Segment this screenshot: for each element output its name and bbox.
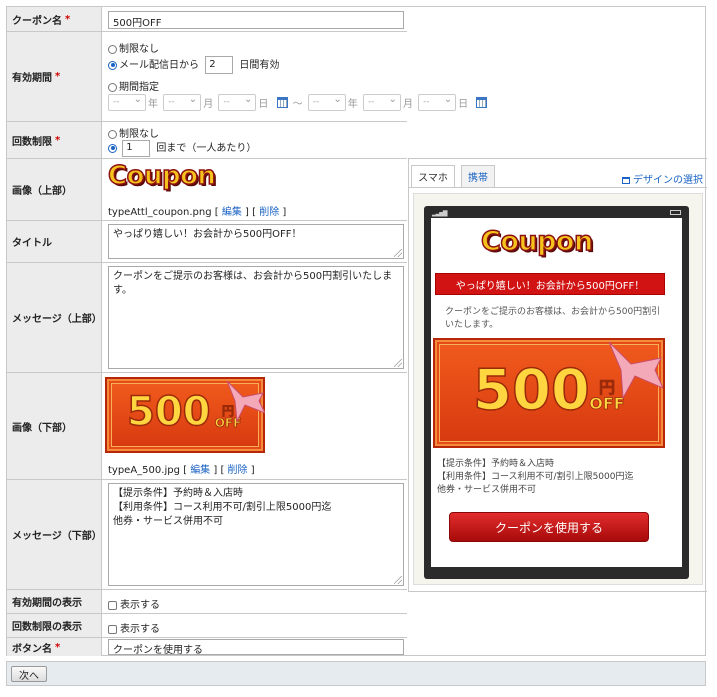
radio-selected-icon[interactable] — [108, 143, 117, 153]
checkbox-icon[interactable] — [108, 624, 117, 634]
preview-500-off-image: 500 円 OFF — [433, 338, 665, 448]
phone-preview-area: ▂▃▅▇ Coupon やっぱり嬉しい！お会計から500円OFF！ クーポンをご… — [413, 193, 703, 585]
checkbox-icon[interactable] — [108, 600, 117, 610]
row-show-validity: 有効期間の表示 表示する — [7, 590, 407, 614]
validity-unlimited-option[interactable]: 制限なし — [108, 40, 159, 55]
message-bottom-label: メッセージ（下部） — [7, 480, 102, 589]
row-button-name: ボタン名 * クーポンを使用する — [7, 638, 407, 656]
validity-days-option[interactable]: メール配信日から 2 日間有効 — [108, 56, 279, 74]
image-top-edit-link[interactable]: 編集 — [222, 207, 242, 218]
validity-days-input[interactable]: 2 — [205, 56, 234, 74]
form-table: クーポン名 * 500円OFF 有効期間 * 制限なし メール配信日から 2 日間有… — [6, 6, 707, 656]
title-label: タイトル — [7, 221, 102, 262]
title-textarea[interactable]: やっぱり嬉しい！お会計から500円OFF！ — [108, 224, 404, 259]
preview-conditions: 【提示条件】予約時＆入店時 【利用条件】コース利用不可/割引上限5000円迄 他… — [437, 459, 634, 495]
end-month-select[interactable]: -- — [362, 92, 401, 111]
image-bottom-file: typeA_500.jpg [ 編集 ] [ 削除 ] — [108, 465, 255, 476]
resize-grip-icon[interactable] — [394, 576, 402, 584]
preview-title-bar: やっぱり嬉しい！お会計から500円OFF！ — [435, 273, 665, 295]
calendar-icon[interactable] — [476, 97, 488, 108]
end-year-select[interactable]: -- — [307, 92, 346, 111]
image-top-label: 画像（上部） — [7, 159, 102, 220]
period-date-selects: --年 --月 --日 ～ --年 --月 --日 — [108, 92, 490, 111]
row-usage-limit: 回数制限 * 制限なし 1 回まで（一人あたり） — [7, 122, 407, 159]
usage-count-input[interactable]: 1 — [122, 139, 151, 157]
preview-coupon-logo: Coupon — [480, 225, 594, 258]
usage-count-option[interactable]: 1 回まで（一人あたり） — [108, 139, 256, 157]
image-bottom-label: 画像（下部） — [7, 373, 102, 479]
button-name-label: ボタン名 * — [7, 638, 102, 656]
image-bottom-delete-link[interactable]: 削除 — [228, 465, 248, 476]
message-bottom-textarea[interactable]: 【提示条件】予約時＆入店時 【利用条件】コース利用不可/割引上限5000円迄 他… — [108, 483, 404, 586]
row-image-top: 画像（上部） Coupon typeAttl_coupon.png [ 編集 ]… — [7, 159, 407, 221]
battery-icon — [670, 210, 681, 215]
500-off-image: 500 円 OFF — [105, 377, 265, 453]
validity-period-option[interactable]: 期間指定 — [108, 78, 159, 93]
radio-selected-icon[interactable] — [108, 60, 117, 70]
preview-message: クーポンをご提示のお客様は、お会計から500円割引いたします。 — [445, 307, 661, 330]
coupon-form: クーポン名 * 500円OFF 有効期間 * 制限なし メール配信日から 2 日間有… — [6, 6, 707, 690]
row-message-bottom: メッセージ（下部） 【提示条件】予約時＆入店時 【利用条件】コース利用不可/割引… — [7, 480, 407, 590]
resize-grip-icon[interactable] — [394, 359, 402, 367]
radio-icon[interactable] — [108, 129, 117, 139]
row-show-limit: 回数制限の表示 表示する — [7, 614, 407, 638]
image-top-delete-link[interactable]: 削除 — [259, 207, 279, 218]
footer-bar: 次へ — [6, 661, 706, 686]
signal-icon: ▂▃▅▇ — [432, 210, 448, 217]
phone-screen: Coupon やっぱり嬉しい！お会計から500円OFF！ クーポンをご提示のお客… — [431, 218, 682, 567]
show-limit-checkbox[interactable]: 表示する — [108, 620, 160, 635]
tab-mobile[interactable]: 携帯 — [461, 165, 495, 187]
resize-grip-icon[interactable] — [394, 249, 402, 257]
start-year-select[interactable]: -- — [108, 92, 146, 111]
validity-label: 有効期間 * — [7, 32, 102, 121]
message-top-textarea[interactable]: クーポンをご提示のお客様は、お会計から500円割引いたします。 — [108, 266, 404, 369]
tab-smartphone[interactable]: スマホ — [411, 165, 455, 187]
calendar-icon[interactable] — [276, 97, 288, 108]
next-button[interactable]: 次へ — [11, 666, 47, 682]
preview-use-coupon-button[interactable]: クーポンを使用する — [449, 512, 649, 542]
window-icon — [622, 176, 630, 184]
preview-panel: スマホ 携帯 デザインの選択 ▂▃▅▇ Coupon やっぱり嬉しい！お会計から… — [408, 158, 707, 592]
usage-limit-label: 回数制限 * — [7, 122, 102, 158]
design-select-link[interactable]: デザインの選択 — [622, 171, 703, 186]
ribbon-icon — [608, 341, 663, 400]
image-bottom-edit-link[interactable]: 編集 — [190, 465, 210, 476]
end-day-select[interactable]: -- — [418, 92, 457, 111]
coupon-name-label: クーポン名 * — [7, 7, 102, 31]
message-top-label: メッセージ（上部） — [7, 263, 102, 372]
row-validity: 有効期間* 制限なし メール配信日から 2 日間有効 期間指定 --年 --月 … — [7, 32, 488, 122]
required-mark: * — [65, 13, 71, 25]
start-month-select[interactable]: -- — [163, 92, 202, 111]
phone-frame: ▂▃▅▇ Coupon やっぱり嬉しい！お会計から500円OFF！ クーポンをご… — [424, 206, 689, 579]
radio-icon[interactable] — [108, 44, 117, 54]
start-day-select[interactable]: -- — [218, 92, 257, 111]
coupon-logo-image: Coupon — [107, 160, 216, 192]
row-coupon-name: クーポン名 * 500円OFF — [7, 7, 407, 32]
usage-unlimited-option[interactable]: 制限なし — [108, 125, 159, 140]
row-message-top: メッセージ（上部） クーポンをご提示のお客様は、お会計から500円割引いたします… — [7, 263, 407, 373]
show-validity-label: 有効期間の表示 — [7, 590, 102, 613]
image-top-file: typeAttl_coupon.png [ 編集 ] [ 削除 ] — [108, 207, 287, 218]
show-limit-label: 回数制限の表示 — [7, 614, 102, 637]
coupon-name-input[interactable]: 500円OFF — [108, 11, 404, 29]
ribbon-icon — [226, 380, 265, 423]
row-title: タイトル やっぱり嬉しい！お会計から500円OFF！ — [7, 221, 407, 263]
show-validity-checkbox[interactable]: 表示する — [108, 596, 160, 611]
button-name-input[interactable]: クーポンを使用する — [108, 639, 404, 656]
row-image-bottom: 画像（下部） 500 円 OFF typeA_500.jpg [ 編集 ] [ 削… — [7, 373, 407, 480]
radio-icon[interactable] — [108, 82, 117, 92]
